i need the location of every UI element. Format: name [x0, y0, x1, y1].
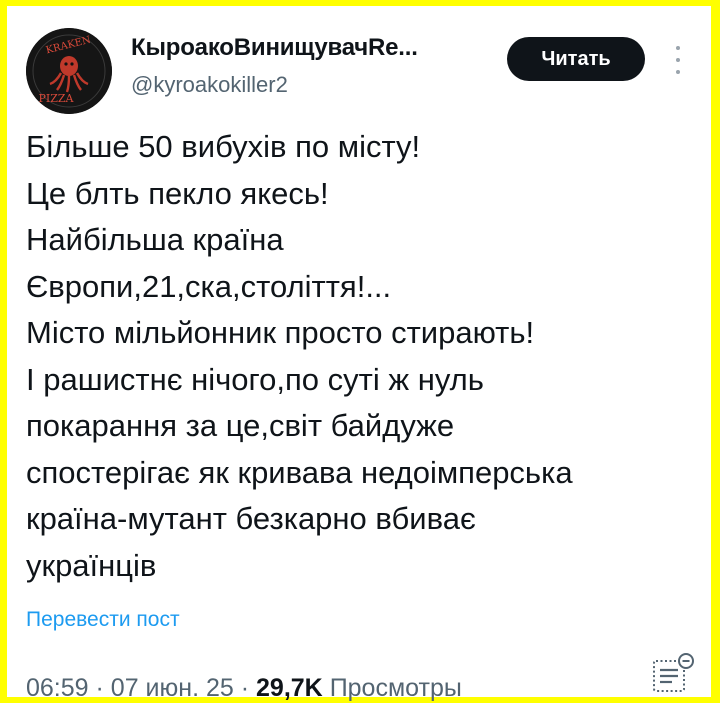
tweet-date[interactable]: 07 июн. 25	[111, 674, 234, 702]
avatar-logo-bottom-text: PIZZA	[39, 92, 75, 105]
tweet-header: KRAKEN PIZZA КыроакоВинищувачRe... @kyro…	[7, 6, 711, 114]
author-handle[interactable]: @kyroakokiller2	[131, 72, 288, 98]
tweet-text-line: українців	[26, 547, 157, 583]
follow-button[interactable]: Читать	[507, 37, 645, 81]
tweet-time[interactable]: 06:59	[26, 674, 89, 702]
more-dot	[676, 58, 680, 62]
views-label: Просмотры	[329, 674, 462, 702]
views-count: 29,7K	[256, 674, 323, 702]
tweet-text-line: покарання за це,світ байдуже	[26, 408, 455, 443]
meta-separator: ·	[240, 674, 250, 702]
author-display-name[interactable]: КыроакоВинищувачRe...	[131, 34, 418, 62]
tweet-text-line: І рашистнє нічого,по суті ж нуль	[26, 361, 484, 397]
tweet-text: Більше 50 вибухів по місту! Це блть пекл…	[26, 124, 696, 589]
tweet-text-line: Більше 50 вибухів по місту!	[26, 129, 421, 164]
avatar[interactable]: KRAKEN PIZZA	[26, 28, 112, 114]
tweet-text-line: Це блть пекло якесь!	[26, 175, 329, 211]
tweet-card: KRAKEN PIZZA КыроакоВинищувачRe... @kyro…	[7, 6, 711, 702]
more-dot	[676, 70, 680, 74]
kraken-pizza-logo-icon: KRAKEN PIZZA	[26, 28, 112, 114]
meta-separator: ·	[95, 674, 104, 702]
tweet-text-line: Найбільша країна	[26, 222, 284, 257]
tweet-text-line: Місто мільйонник просто стирають!	[26, 315, 535, 350]
tweet-text-line: спостерігає як кривава недоімперська	[26, 454, 573, 490]
analytics-icon[interactable]	[651, 651, 695, 695]
tweet-text-line: Європи,21,ска,століття!...	[26, 268, 392, 304]
tweet-text-line: країна-мутант безкарно вбиває	[26, 501, 476, 536]
more-dot	[676, 46, 680, 50]
tweet-meta: 06:59 · 07 июн. 25 · 29,7K Просмотры	[26, 674, 462, 703]
translate-post-link[interactable]: Перевести пост	[26, 608, 180, 632]
more-vertical-icon[interactable]	[668, 42, 688, 78]
